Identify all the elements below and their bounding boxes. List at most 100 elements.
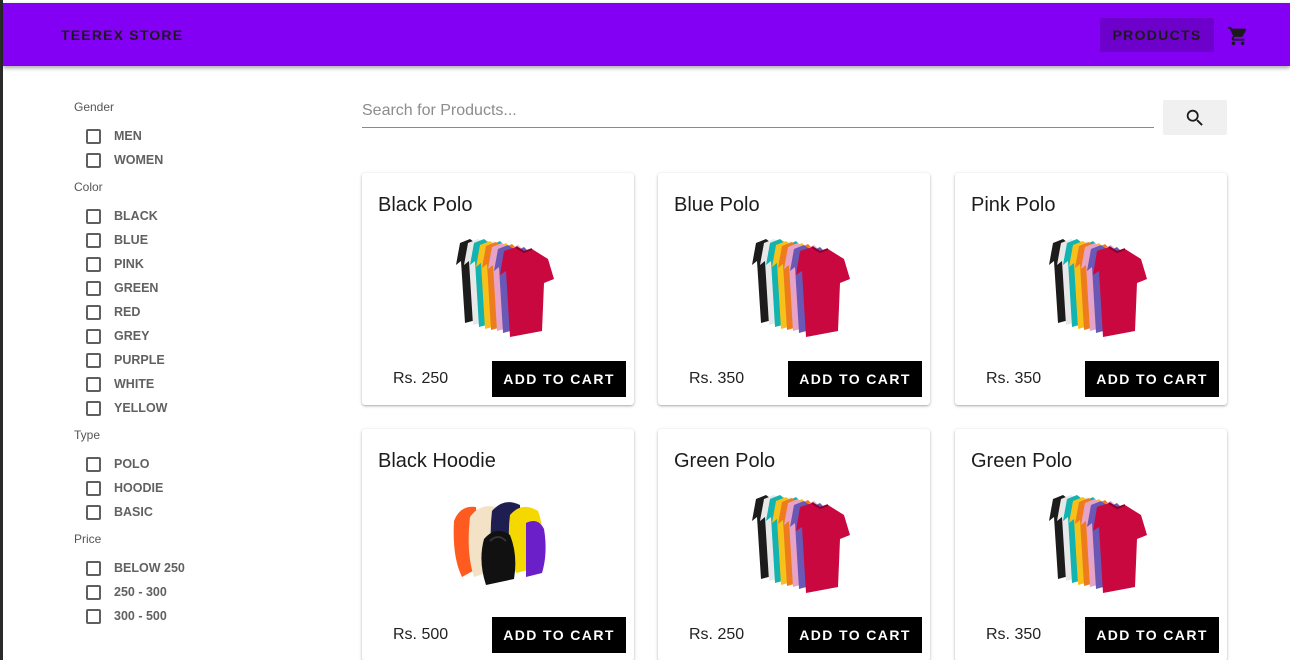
checkbox[interactable] [86,328,101,344]
filter-option-label: POLO [114,457,150,471]
shopping-cart-icon[interactable] [1227,25,1249,47]
checkbox[interactable] [86,128,101,144]
polo-shirts-image [446,235,556,339]
checkbox[interactable] [86,232,101,248]
add-to-cart-button[interactable]: ADD TO CART [1085,617,1219,653]
filter-option-label: GREEN [114,281,159,295]
filter-option-red[interactable]: RED [86,300,314,324]
filter-option-polo[interactable]: POLO [86,452,314,476]
product-name: Blue Polo [674,194,760,216]
filter-option-pink[interactable]: PINK [86,252,314,276]
filter-option-label: WOMEN [114,153,164,167]
filter-option-label: WHITE [114,377,155,391]
product-name: Green Polo [971,450,1073,472]
checkbox[interactable] [86,400,101,416]
filter-option-yellow[interactable]: YELLOW [86,396,314,420]
filter-option-purple[interactable]: PURPLE [86,348,314,372]
filter-heading: Gender [74,100,115,114]
filter-group-gender: Gender MEN WOMEN [74,100,314,172]
filter-option-black[interactable]: BLACK [86,204,314,228]
filter-option-label: RED [114,305,141,319]
search-button[interactable] [1163,100,1227,135]
checkbox[interactable] [86,152,101,168]
filter-sidebar: Gender MEN WOMEN Color BLACK BLUE PINK GREEN RED… [74,100,314,636]
product-name: Pink Polo [971,194,1056,216]
polo-shirts-image [742,235,852,339]
filter-group-type: Type POLO HOODIE BASIC [74,428,314,524]
filter-option-label: GREY [114,329,150,343]
filter-option-white[interactable]: WHITE [86,372,314,396]
product-card: Black Polo Rs. 250 ADD TO CART [362,173,634,405]
window-left-edge [0,0,3,660]
product-price: Rs. 350 [986,626,1042,643]
add-to-cart-button[interactable]: ADD TO CART [788,617,922,653]
add-to-cart-button[interactable]: ADD TO CART [492,361,626,397]
filter-heading: Type [74,428,101,442]
product-name: Black Polo [378,194,473,216]
search-input[interactable] [362,96,1154,126]
polo-shirts-image [742,491,852,595]
filter-options: BELOW 250 250 - 300 300 - 500 [74,556,314,628]
checkbox[interactable] [86,456,101,472]
filter-option-label: PINK [114,257,144,271]
product-card: Pink Polo Rs. 350 ADD TO CART [955,173,1227,405]
checkbox[interactable] [86,256,101,272]
checkbox[interactable] [86,480,101,496]
checkbox[interactable] [86,280,101,296]
search-field [362,96,1154,128]
filter-option-women[interactable]: WOMEN [86,148,314,172]
filter-options: BLACK BLUE PINK GREEN RED GREY PURPLE WHITE YELL… [74,204,314,420]
filter-option-250-300[interactable]: 250 - 300 [86,580,314,604]
filter-option-label: PURPLE [114,353,165,367]
filter-option-label: BELOW 250 [114,561,185,575]
filter-option-blue[interactable]: BLUE [86,228,314,252]
checkbox[interactable] [86,208,101,224]
filter-option-grey[interactable]: GREY [86,324,314,348]
filter-group-price: Price BELOW 250 250 - 300 300 - 500 [74,532,314,628]
filter-heading: Price [74,532,102,546]
search-icon [1186,109,1203,126]
checkbox[interactable] [86,504,101,520]
add-to-cart-button[interactable]: ADD TO CART [1085,361,1219,397]
filter-option-label: YELLOW [114,401,168,415]
checkbox[interactable] [86,584,101,600]
add-to-cart-button[interactable]: ADD TO CART [788,361,922,397]
checkbox[interactable] [86,352,101,368]
product-name: Black Hoodie [378,450,496,472]
hoodies-image [446,491,556,595]
product-card: Green Polo Rs. 250 ADD TO CART [658,429,930,660]
filter-option-label: BASIC [114,505,153,519]
filter-option-label: MEN [114,129,142,143]
filter-option-label: BLACK [114,209,158,223]
store-brand[interactable]: TEEREX STORE [61,27,183,43]
checkbox[interactable] [86,304,101,320]
add-to-cart-button[interactable]: ADD TO CART [492,617,626,653]
filter-option-green[interactable]: GREEN [86,276,314,300]
filter-options: MEN WOMEN [74,124,314,172]
filter-option-below-250[interactable]: BELOW 250 [86,556,314,580]
product-card: Black Hoodie Rs. 500 ADD TO CART [362,429,634,660]
products-button[interactable]: PRODUCTS [1100,18,1214,52]
filter-option-men[interactable]: MEN [86,124,314,148]
product-price: Rs. 350 [986,370,1042,387]
filter-option-hoodie[interactable]: HOODIE [86,476,314,500]
product-card: Green Polo Rs. 350 ADD TO CART [955,429,1227,660]
checkbox[interactable] [86,376,101,392]
filter-group-color: Color BLACK BLUE PINK GREEN RED GREY PURPLE WHIT… [74,180,314,420]
app-header: TEEREX STORE PRODUCTS [3,3,1290,66]
filter-options: POLO HOODIE BASIC [74,452,314,524]
filter-option-basic[interactable]: BASIC [86,500,314,524]
checkbox[interactable] [86,608,101,624]
filter-option-label: 250 - 300 [114,585,167,599]
product-price: Rs. 250 [393,370,449,387]
product-card: Blue Polo Rs. 350 ADD TO CART [658,173,930,405]
product-price: Rs. 500 [393,626,449,643]
polo-shirts-image [1039,491,1149,595]
checkbox[interactable] [86,560,101,576]
filter-option-label: 300 - 500 [114,609,167,623]
filter-option-300-500[interactable]: 300 - 500 [86,604,314,628]
product-name: Green Polo [674,450,776,472]
filter-option-label: BLUE [114,233,149,247]
polo-shirts-image [1039,235,1149,339]
filter-option-label: HOODIE [114,481,164,495]
